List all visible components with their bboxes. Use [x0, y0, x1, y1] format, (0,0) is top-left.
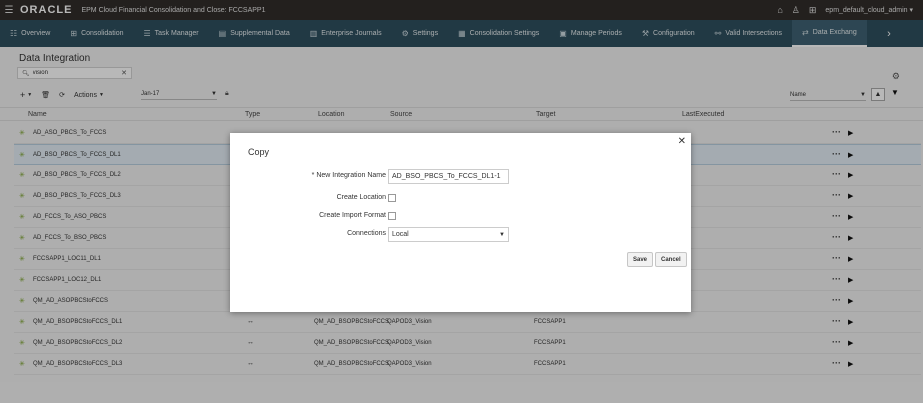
create-location-label: Create Location: [336, 194, 386, 201]
copy-dialog: ✕ Copy *New Integration Name Create Loca…: [230, 133, 691, 312]
connections-label: Connections: [347, 230, 386, 237]
integration-name-input[interactable]: [388, 169, 509, 184]
modal-overlay: ✕ Copy *New Integration Name Create Loca…: [0, 0, 923, 403]
cancel-button[interactable]: Cancel: [655, 252, 687, 267]
dialog-title: Copy: [248, 147, 270, 157]
create-location-row: Create Location: [230, 191, 691, 205]
create-import-format-row: Create Import Format: [230, 209, 691, 223]
close-icon[interactable]: ✕: [678, 136, 686, 147]
connections-select[interactable]: Local ▼: [388, 227, 509, 242]
create-import-format-checkbox[interactable]: [388, 212, 396, 220]
integration-name-label: * New Integration Name: [312, 172, 386, 179]
create-location-checkbox[interactable]: [388, 194, 396, 202]
connections-value: Local: [392, 231, 409, 238]
save-button[interactable]: Save: [627, 252, 654, 267]
label-text: New Integration Name: [316, 172, 386, 179]
create-import-format-label: Create Import Format: [319, 212, 386, 219]
chevron-down-icon: ▼: [499, 231, 505, 238]
integration-name-row: * New Integration Name: [230, 169, 691, 184]
connections-row: Connections Local ▼: [230, 227, 691, 242]
required-marker: *: [311, 172, 315, 179]
